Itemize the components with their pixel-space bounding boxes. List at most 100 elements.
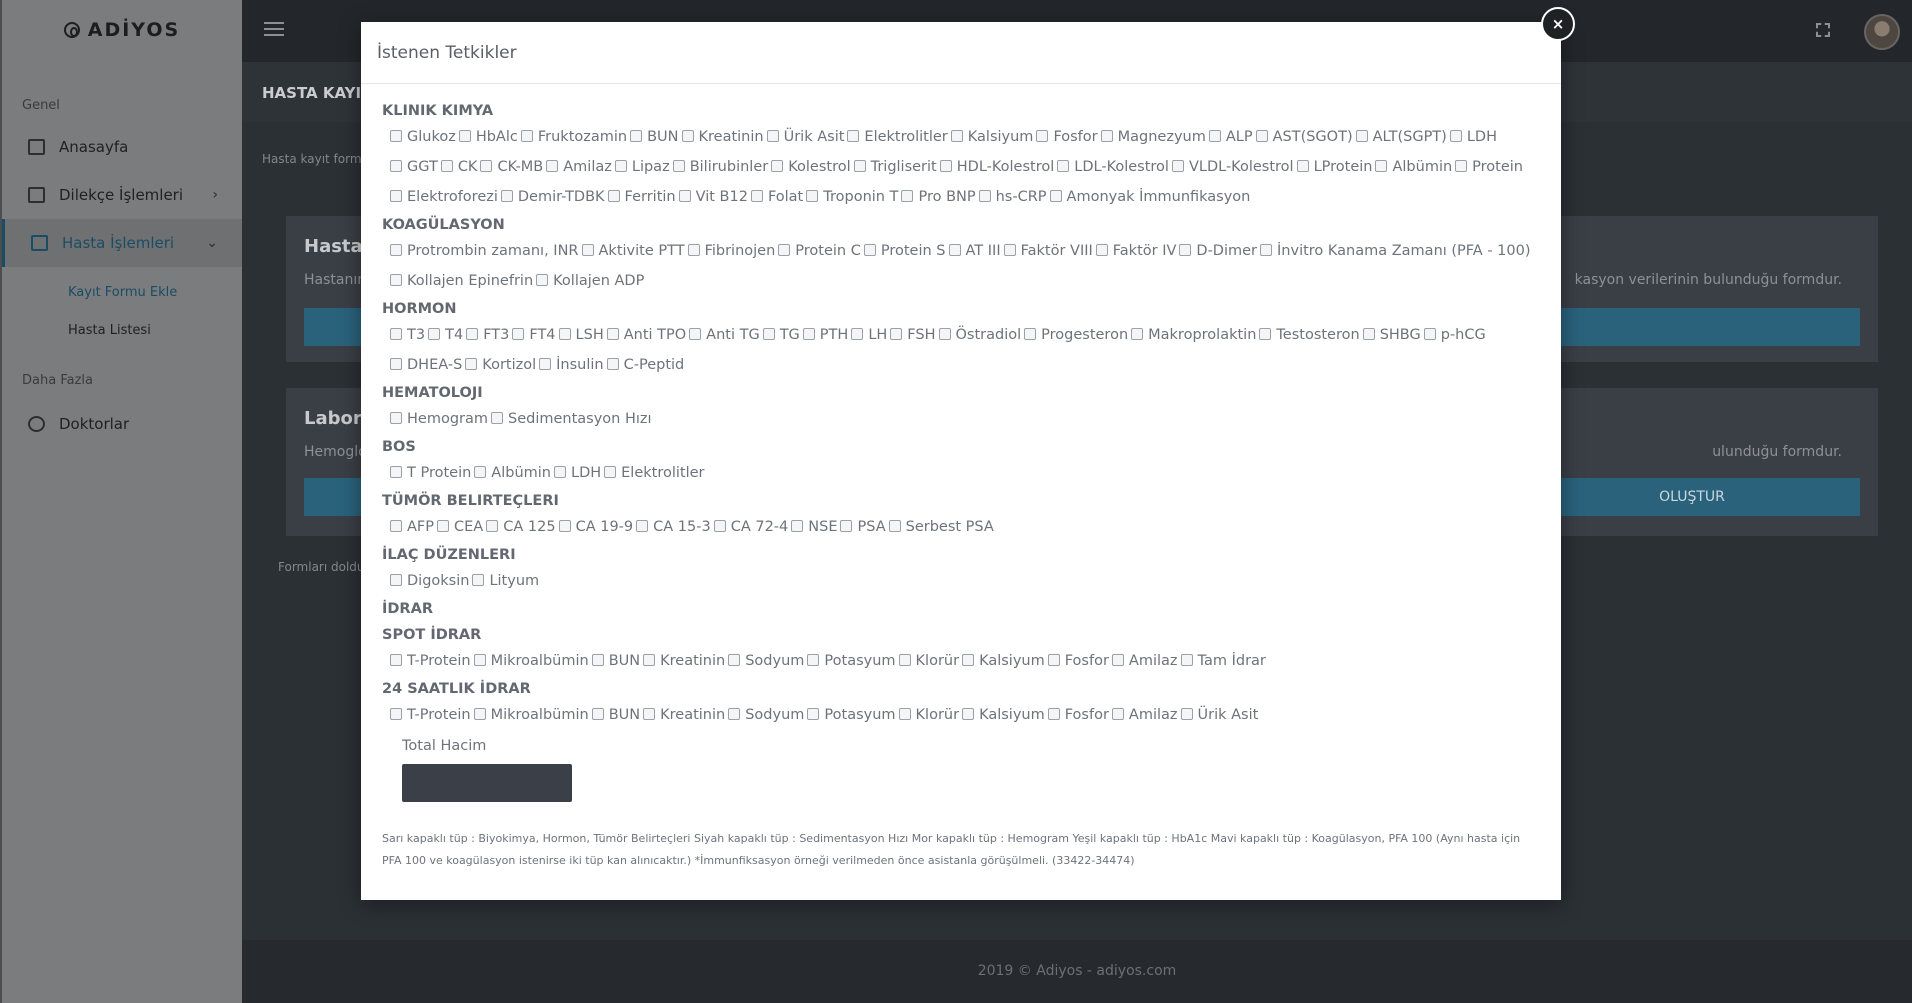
checkbox[interactable] [678,190,691,202]
checkbox[interactable] [847,130,860,142]
checkbox[interactable] [1296,160,1309,172]
checkbox[interactable] [713,520,726,532]
checkbox[interactable] [643,708,656,720]
test-option[interactable]: Albümin [474,458,551,488]
test-option[interactable]: Folat [750,182,803,212]
test-option[interactable]: Kollajen Epinefrin [390,266,533,296]
test-option[interactable]: Progesteron [1024,320,1128,350]
checkbox[interactable] [750,190,763,202]
test-option[interactable]: Fosfor [1047,646,1109,676]
test-option[interactable]: Kolestrol [771,152,851,182]
checkbox[interactable] [440,160,453,172]
test-option[interactable]: Protein [1455,152,1523,182]
checkbox[interactable] [607,190,620,202]
checkbox[interactable] [890,328,903,340]
checkbox[interactable] [898,654,911,666]
checkbox[interactable] [807,654,820,666]
test-option[interactable]: Fruktozamin [520,122,627,152]
test-option[interactable]: Sedimentasyon Hızı [491,404,652,434]
test-option[interactable]: Mikroalbümin [473,700,589,730]
test-option[interactable]: Protrombin zamanı, INR [390,236,579,266]
test-option[interactable]: Makroprolaktin [1131,320,1256,350]
checkbox[interactable] [390,160,402,172]
test-option[interactable]: Faktör VIII [1003,236,1093,266]
checkbox[interactable] [1260,244,1273,256]
test-option[interactable]: Hemogram [390,404,488,434]
test-option[interactable]: HDL-Kolestrol [939,152,1054,182]
test-option[interactable]: ALP [1208,122,1253,152]
checkbox[interactable] [1375,160,1388,172]
checkbox[interactable] [536,274,549,286]
test-option[interactable]: Ürik Asit [1180,700,1258,730]
test-option[interactable]: Protein S [863,236,946,266]
checkbox[interactable] [1036,130,1049,142]
test-option[interactable]: Magnezyum [1100,122,1206,152]
checkbox[interactable] [1131,328,1144,340]
test-option[interactable]: Ferritin [607,182,676,212]
checkbox[interactable] [807,708,820,720]
checkbox[interactable] [558,520,571,532]
test-option[interactable]: CA 15-3 [636,512,711,542]
checkbox[interactable] [500,190,513,202]
checkbox[interactable] [762,328,775,340]
checkbox[interactable] [1024,328,1037,340]
test-option[interactable]: T3 [390,320,425,350]
checkbox[interactable] [1049,190,1062,202]
test-option[interactable]: Potasyum [807,646,896,676]
test-option[interactable]: Amonyak İmmunfikasyon [1049,182,1250,212]
checkbox[interactable] [1423,328,1436,340]
checkbox[interactable] [1111,654,1124,666]
test-option[interactable]: NSE [791,512,837,542]
test-option[interactable]: Tam İdrar [1180,646,1266,676]
test-option[interactable]: Kreatinin [681,122,764,152]
checkbox[interactable] [390,466,402,478]
test-option[interactable]: Amilaz [1111,646,1178,676]
checkbox[interactable] [390,130,402,142]
test-option[interactable]: D-Dimer [1179,236,1257,266]
test-option[interactable]: LDH [553,458,601,488]
test-option[interactable]: LSH [558,320,604,350]
test-option[interactable]: SHBG [1362,320,1421,350]
test-option[interactable]: hs-CRP [978,182,1047,212]
checkbox[interactable] [806,190,819,202]
test-option[interactable]: GGT [390,152,438,182]
checkbox[interactable] [681,130,694,142]
checkbox[interactable] [606,328,619,340]
checkbox[interactable] [474,466,487,478]
checkbox[interactable] [938,328,951,340]
test-option[interactable]: Aktivite PTT [581,236,685,266]
test-option[interactable]: Fibrinojen [687,236,775,266]
checkbox[interactable] [437,520,450,532]
test-option[interactable]: Demir-TDBK [500,182,605,212]
test-option[interactable]: Elektroforezi [390,182,498,212]
test-option[interactable]: PSA [840,512,886,542]
test-option[interactable]: Glukoz [390,122,456,152]
test-option[interactable]: Digoksin [390,566,469,596]
checkbox[interactable] [1057,160,1070,172]
test-option[interactable]: T Protein [390,458,471,488]
checkbox[interactable] [791,520,804,532]
test-option[interactable]: Kollajen ADP [536,266,644,296]
test-option[interactable]: CA 125 [486,512,556,542]
checkbox[interactable] [428,328,441,340]
checkbox[interactable] [962,708,975,720]
checkbox[interactable] [1047,708,1060,720]
test-option[interactable]: AFP [390,512,434,542]
test-option[interactable]: T-Protein [390,646,471,676]
checkbox[interactable] [466,328,479,340]
checkbox[interactable] [1449,130,1462,142]
total-volume-input[interactable] [402,764,572,802]
test-option[interactable]: Anti TG [689,320,760,350]
test-option[interactable]: Trigliserit [853,152,937,182]
test-option[interactable]: CA 72-4 [713,512,788,542]
test-option[interactable]: ALT(SGPT) [1355,122,1447,152]
checkbox[interactable] [1362,328,1375,340]
test-option[interactable]: Mikroalbümin [473,646,589,676]
test-option[interactable]: Kreatinin [643,700,725,730]
checkbox[interactable] [614,160,627,172]
test-option[interactable]: T4 [428,320,463,350]
checkbox[interactable] [853,160,866,172]
test-option[interactable]: Klorür [898,700,959,730]
test-option[interactable]: DHEA-S [390,350,462,380]
test-option[interactable]: İnvitro Kanama Zamanı (PFA - 100) [1260,236,1531,266]
